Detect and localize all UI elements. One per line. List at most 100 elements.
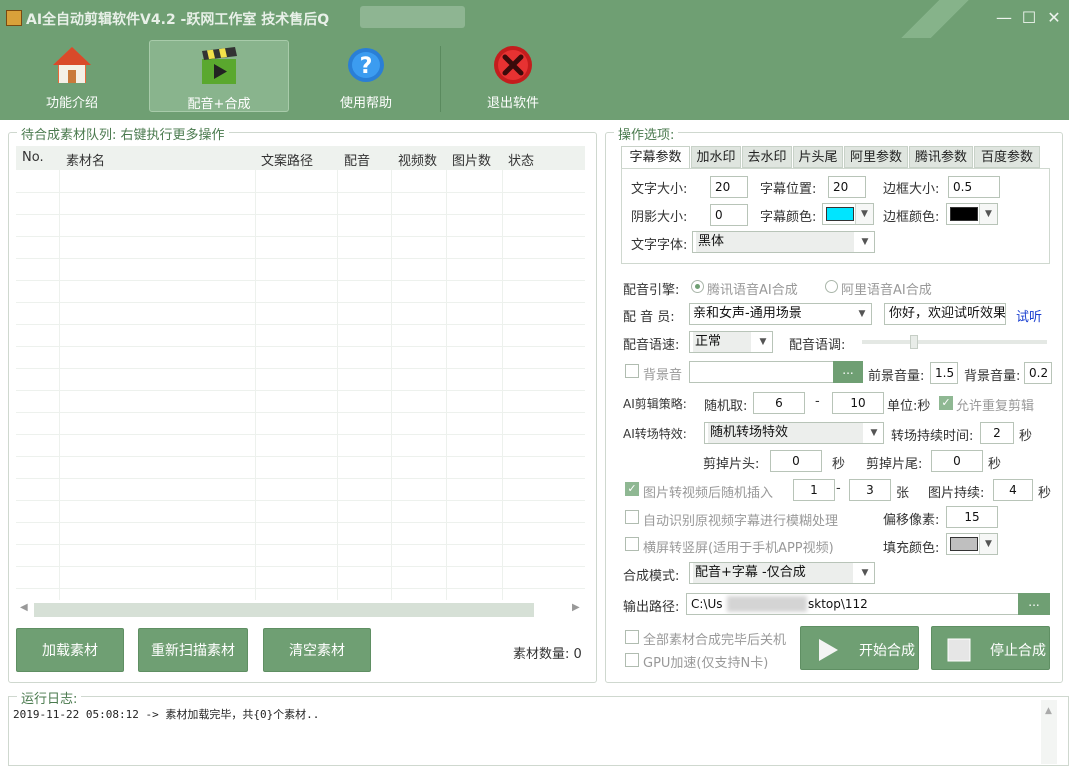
subtitle-color-picker[interactable]: ▼ (822, 203, 874, 225)
border-size-input[interactable]: 0.5 (948, 176, 1000, 198)
col-image-count[interactable]: 图片数 (452, 150, 491, 169)
mode-value: 配音+字幕 -仅合成 (693, 563, 853, 583)
stop-icon (947, 638, 971, 662)
random-min-input[interactable]: 6 (753, 392, 805, 414)
clear-material-button[interactable]: 清空素材 (263, 628, 371, 672)
table-column-line (446, 170, 447, 600)
transition-sec-label: 秒 (1019, 429, 1033, 444)
table-row-line (16, 500, 585, 501)
tab-tencent-params[interactable]: 腾讯参数 (909, 146, 973, 168)
tab-ali-params[interactable]: 阿里参数 (844, 146, 908, 168)
table-row-line (16, 566, 585, 567)
scroll-up-icon[interactable]: ▲ (1045, 706, 1052, 716)
preview-text-input[interactable]: 你好，欢迎试听效果 (884, 303, 1006, 325)
cut-tail-input[interactable]: 0 (931, 450, 983, 472)
log-vscrollbar[interactable]: ▲ (1041, 700, 1057, 764)
img-insert-checkbox[interactable]: ✓ (625, 482, 639, 496)
voice-value: 亲和女声-通用场景 (693, 306, 802, 321)
scroll-right-icon[interactable]: ▶ (572, 602, 580, 613)
fg-volume-input[interactable]: 1.5 (930, 362, 958, 384)
output-label: 输出路径: (623, 600, 680, 615)
offset-input[interactable]: 15 (946, 506, 998, 528)
tab-intro-outro[interactable]: 片头尾 (793, 146, 843, 168)
speed-value: 正常 (693, 332, 751, 352)
shutdown-label: 全部素材合成完毕后关机 (643, 633, 787, 648)
strategy-label: AI剪辑策略: (623, 397, 687, 411)
fill-color-picker[interactable]: ▼ (946, 533, 998, 555)
toolbar-intro-button[interactable]: 功能介绍 (2, 40, 142, 112)
bgm-label: 背景音 (643, 368, 683, 383)
output-path-input[interactable]: C:\Us sktop\112 (686, 593, 1019, 615)
tab-add-watermark[interactable]: 加水印 (691, 146, 741, 168)
minimize-button[interactable]: — (993, 8, 1015, 27)
tone-slider-knob[interactable] (910, 335, 918, 349)
bgm-checkbox[interactable] (625, 364, 639, 378)
rescan-material-button[interactable]: 重新扫描素材 (138, 628, 248, 672)
output-browse-button[interactable]: ... (1018, 593, 1050, 615)
engine-ali-radio[interactable] (825, 280, 838, 293)
toolbar-exit-button[interactable]: 退出软件 (443, 40, 583, 112)
col-script-path[interactable]: 文案路径 (261, 150, 313, 169)
queue-table[interactable]: No. 素材名 文案路径 配音 视频数 图片数 状态 (16, 146, 585, 602)
toolbar-help-button[interactable]: ? 使用帮助 (296, 40, 436, 112)
load-material-button[interactable]: 加载素材 (16, 628, 124, 672)
toolbar-dub-button[interactable]: 配音+合成 (149, 40, 289, 112)
toolbar-intro-label: 功能介绍 (45, 96, 98, 111)
queue-hscrollbar[interactable]: ◀ ▶ (16, 602, 585, 618)
tab-remove-watermark[interactable]: 去水印 (742, 146, 792, 168)
stop-compose-button[interactable]: 停止合成 (931, 626, 1050, 670)
voice-select[interactable]: 亲和女声-通用场景 ▼ (689, 303, 872, 325)
cut-head-input[interactable]: 0 (770, 450, 822, 472)
col-no[interactable]: No. (22, 150, 44, 165)
bg-volume-input[interactable]: 0.2 (1024, 362, 1052, 384)
engine-tencent-label[interactable]: 腾讯语音AI合成 (707, 279, 798, 298)
vertical-checkbox[interactable] (625, 537, 639, 551)
close-button[interactable]: ✕ (1043, 8, 1065, 27)
blur-subtitle-checkbox[interactable] (625, 510, 639, 524)
toolbar-help-label: 使用帮助 (339, 96, 392, 111)
tone-slider[interactable] (862, 335, 1047, 349)
bgm-path-input[interactable] (689, 361, 834, 383)
img-max-input[interactable]: 3 (849, 479, 891, 501)
tab-baidu-params[interactable]: 百度参数 (974, 146, 1040, 168)
stop-compose-label: 停止合成 (990, 643, 1046, 659)
random-max-input[interactable]: 10 (832, 392, 884, 414)
gpu-checkbox[interactable] (625, 653, 639, 667)
cut-tail-label: 剪掉片尾: (866, 457, 923, 472)
font-family-select[interactable]: 黑体 ▼ (692, 231, 875, 253)
col-name[interactable]: 素材名 (66, 150, 105, 169)
maximize-button[interactable]: ☐ (1018, 8, 1040, 27)
table-row-line (16, 456, 585, 457)
transition-time-input[interactable]: 2 (980, 422, 1014, 444)
tab-subtitle[interactable]: 字幕参数 (621, 146, 690, 169)
subtitle-position-input[interactable]: 20 (828, 176, 866, 198)
voice-label: 配 音 员: (623, 310, 675, 325)
bgm-browse-button[interactable]: ... (833, 361, 863, 383)
table-column-line (59, 170, 60, 600)
font-size-input[interactable]: 20 (710, 176, 748, 198)
transition-select[interactable]: 随机转场特效 ▼ (704, 422, 884, 444)
speed-select[interactable]: 正常 ▼ (689, 331, 773, 353)
table-row-line (16, 346, 585, 347)
help-icon: ? (348, 48, 384, 82)
table-row-line (16, 588, 585, 589)
font-family-label: 文字字体: (631, 238, 688, 253)
col-video-count[interactable]: 视频数 (398, 150, 437, 169)
mode-select[interactable]: 配音+字幕 -仅合成 ▼ (689, 562, 875, 584)
col-dub[interactable]: 配音 (344, 150, 370, 169)
scroll-left-icon[interactable]: ◀ (20, 602, 28, 613)
allow-repeat-checkbox[interactable]: ✓ (939, 396, 953, 410)
engine-ali-label[interactable]: 阿里语音AI合成 (841, 279, 932, 298)
shutdown-checkbox[interactable] (625, 630, 639, 644)
border-color-picker[interactable]: ▼ (946, 203, 998, 225)
scroll-thumb[interactable] (34, 603, 534, 617)
chevron-down-icon: ▼ (754, 332, 772, 352)
engine-tencent-radio[interactable] (691, 280, 704, 293)
img-min-input[interactable]: 1 (793, 479, 835, 501)
start-compose-button[interactable]: 开始合成 (800, 626, 919, 670)
img-duration-input[interactable]: 4 (993, 479, 1033, 501)
col-status[interactable]: 状态 (508, 150, 534, 169)
shadow-size-input[interactable]: 0 (710, 204, 748, 226)
table-row-line (16, 544, 585, 545)
listen-link[interactable]: 试听 (1016, 306, 1042, 325)
